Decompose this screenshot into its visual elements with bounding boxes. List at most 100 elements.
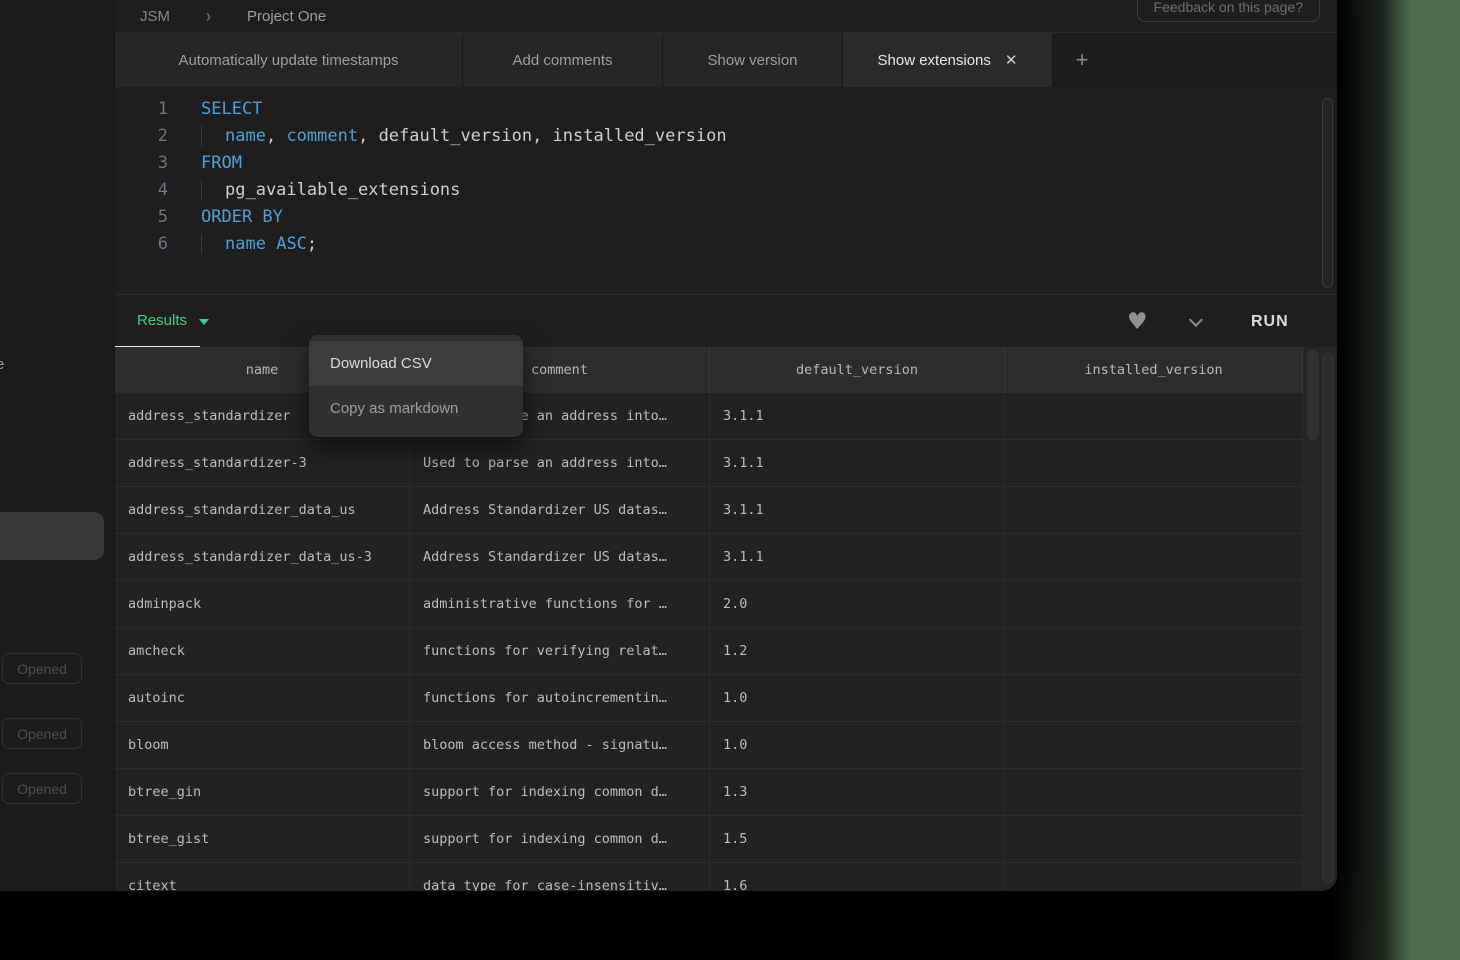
breadcrumb-org[interactable]: JSM: [140, 8, 170, 25]
cell-installed_version: [1005, 487, 1303, 533]
sql-text: [266, 234, 276, 254]
sql-keyword: name: [225, 126, 266, 146]
cell-installed_version: [1005, 534, 1303, 580]
table-scrollbar-thumb[interactable]: [1307, 350, 1319, 440]
breadcrumb: JSM › Project One: [140, 0, 326, 33]
editor-scrollbar-thumb[interactable]: [1322, 98, 1333, 288]
table-row[interactable]: adminpackadministrative functions for …2…: [115, 581, 1337, 628]
cell-name: adminpack: [115, 581, 410, 627]
tab-add-comments[interactable]: Add comments: [463, 33, 663, 87]
sql-text: ,: [266, 126, 286, 146]
sql-keyword: comment: [286, 126, 358, 146]
tab-automatically-update-timestamps[interactable]: Automatically update timestamps: [115, 33, 463, 87]
cell-installed_version: [1005, 628, 1303, 674]
cell-name: amcheck: [115, 628, 410, 674]
cell-comment: functions for autoincrementin…: [410, 675, 710, 721]
cell-installed_version: [1005, 769, 1303, 815]
cell-installed_version: [1005, 393, 1303, 439]
line-number: 3: [115, 150, 185, 177]
close-tab-icon[interactable]: ✕: [1005, 51, 1018, 69]
code-text: pg_available_extensions: [185, 177, 460, 204]
column-header-installed-version[interactable]: installed_version: [1005, 347, 1303, 393]
sidebar-selected-item[interactable]: [0, 512, 104, 560]
sql-text: , default_version, installed_version: [358, 126, 726, 146]
indent-guide: [201, 234, 225, 254]
table-row[interactable]: amcheckfunctions for verifying relat…1.2: [115, 628, 1337, 675]
cell-name: citext: [115, 863, 410, 891]
cell-default_version: 3.1.1: [710, 440, 1005, 486]
table-row[interactable]: address_standardizer_data_usAddress Stan…: [115, 487, 1337, 534]
results-context-menu: Download CSVCopy as markdown: [309, 335, 523, 437]
tab-label: Show extensions: [878, 52, 991, 69]
table-row[interactable]: citextdata type for case-insensitiv…1.6: [115, 863, 1337, 891]
results-table: name comment default_version installed_v…: [115, 347, 1337, 891]
code-text: name, comment, default_version, installe…: [185, 123, 727, 150]
cell-default_version: 3.1.1: [710, 393, 1005, 439]
cell-installed_version: [1005, 863, 1303, 891]
cell-name: address_standardizer_data_us: [115, 487, 410, 533]
code-line: 6name ASC;: [115, 231, 1337, 258]
opened-badge: Opened: [2, 718, 82, 749]
code-text: SELECT: [185, 96, 262, 123]
cell-default_version: 1.5: [710, 816, 1005, 862]
code-text: FROM: [185, 150, 242, 177]
table-body: address_standardizerUsed to parse an add…: [115, 393, 1337, 891]
table-row[interactable]: btree_ginsupport for indexing common d…1…: [115, 769, 1337, 816]
table-row[interactable]: bloombloom access method - signatu…1.0: [115, 722, 1337, 769]
run-button[interactable]: RUN: [1251, 295, 1289, 348]
chevron-down-icon: [1189, 312, 1203, 326]
table-row[interactable]: address_standardizer-3Used to parse an a…: [115, 440, 1337, 487]
tab-show-extensions[interactable]: Show extensions ✕: [843, 33, 1053, 87]
main-panel: JSM › Project One Feedback on this page?…: [115, 0, 1337, 891]
cell-name: bloom: [115, 722, 410, 768]
cell-comment: Address Standardizer US datas…: [410, 487, 710, 533]
cell-default_version: 3.1.1: [710, 487, 1005, 533]
code-line: 1SELECT: [115, 96, 1337, 123]
line-number: 4: [115, 177, 185, 204]
sql-keyword: name: [225, 234, 266, 254]
cell-default_version: 1.3: [710, 769, 1005, 815]
run-options-chevron[interactable]: [1193, 295, 1203, 348]
cell-default_version: 1.0: [710, 722, 1005, 768]
sql-editor[interactable]: 1SELECT2name, comment, default_version, …: [115, 96, 1337, 294]
backdrop-green-band: [1330, 0, 1460, 960]
results-dropdown-trigger[interactable]: Results: [115, 295, 200, 348]
sql-text: ;: [307, 234, 317, 254]
favorite-heart-icon[interactable]: ♥: [1127, 295, 1148, 348]
table-row[interactable]: address_standardizerUsed to parse an add…: [115, 393, 1337, 440]
indent-guide: [201, 180, 225, 200]
sql-text: pg_available_extensions: [225, 180, 460, 200]
code-line: 2name, comment, default_version, install…: [115, 123, 1337, 150]
line-number: 5: [115, 204, 185, 231]
table-header-row: name comment default_version installed_v…: [115, 347, 1337, 393]
table-row[interactable]: autoincfunctions for autoincrementin…1.0: [115, 675, 1337, 722]
code-line: 3FROM: [115, 150, 1337, 177]
cell-comment: support for indexing common d…: [410, 816, 710, 862]
table-row[interactable]: btree_gistsupport for indexing common d……: [115, 816, 1337, 863]
tab-show-version[interactable]: Show version: [663, 33, 843, 87]
cell-default_version: 1.6: [710, 863, 1005, 891]
table-scrollbar-gutter: [1303, 347, 1337, 891]
query-tab-bar: Automatically update timestampsAdd comme…: [115, 33, 1337, 87]
cell-default_version: 1.2: [710, 628, 1005, 674]
menu-item-copy-as-markdown[interactable]: Copy as markdown: [309, 386, 523, 431]
cell-name: btree_gin: [115, 769, 410, 815]
menu-item-download-csv[interactable]: Download CSV: [309, 341, 523, 386]
column-header-default-version[interactable]: default_version: [710, 347, 1005, 393]
table-row[interactable]: address_standardizer_data_us-3Address St…: [115, 534, 1337, 581]
new-tab-button[interactable]: +: [1053, 33, 1111, 87]
cell-comment: support for indexing common d…: [410, 769, 710, 815]
sidebar-text-fragment: e: [0, 356, 4, 373]
cell-installed_version: [1005, 440, 1303, 486]
results-toolbar: Results ♥ RUN: [115, 294, 1337, 347]
breadcrumb-project[interactable]: Project One: [247, 8, 326, 25]
cell-name: address_standardizer-3: [115, 440, 410, 486]
cell-installed_version: [1005, 816, 1303, 862]
feedback-button[interactable]: Feedback on this page?: [1137, 0, 1320, 22]
cell-comment: Address Standardizer US datas…: [410, 534, 710, 580]
indent-guide: [201, 126, 225, 146]
sql-keyword: SELECT: [201, 99, 262, 119]
sql-keyword: ASC: [276, 234, 307, 254]
cell-installed_version: [1005, 722, 1303, 768]
window-scrollbar-lane[interactable]: [1322, 353, 1334, 883]
